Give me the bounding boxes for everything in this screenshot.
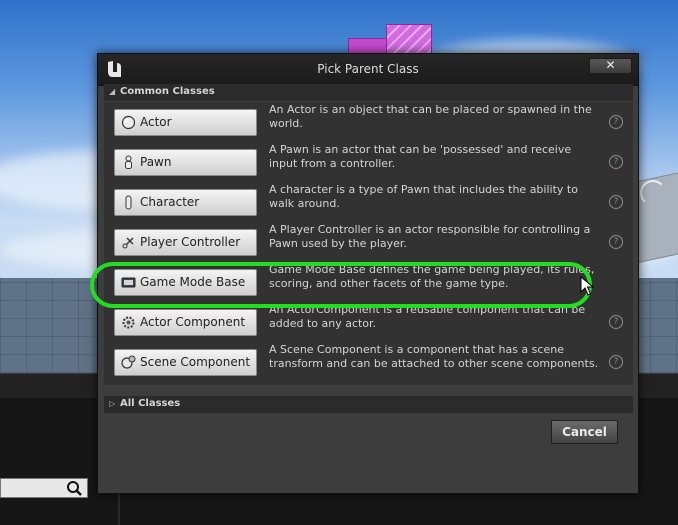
class-row-actor: Actor An Actor is an object that can be … (104, 102, 633, 142)
class-description: A character is a type of Pawn that inclu… (269, 183, 578, 210)
class-row-pawn: Pawn A Pawn is an actor that can be 'pos… (104, 142, 633, 182)
class-description: A Pawn is an actor that can be 'possesse… (269, 143, 572, 170)
help-icon[interactable]: ? (609, 155, 623, 169)
help-icon[interactable]: ? (609, 115, 623, 129)
common-classes-list: Actor An Actor is an object that can be … (104, 102, 633, 385)
class-description: A Player Controller is an actor responsi… (269, 223, 591, 250)
pawn-button[interactable]: Pawn (114, 149, 257, 176)
class-row-player-controller: Player Controller A Player Controller is… (104, 222, 633, 262)
help-icon[interactable]: ? (609, 235, 623, 249)
search-icon[interactable] (66, 480, 82, 496)
scene-component-button[interactable]: Scene Component (114, 349, 257, 376)
close-button[interactable]: ✕ (589, 58, 632, 74)
player-controller-button[interactable]: Player Controller (114, 229, 257, 256)
class-label: Character (140, 195, 200, 209)
scene-component-icon (121, 355, 136, 369)
help-icon[interactable]: ? (609, 195, 623, 209)
cancel-button[interactable]: Cancel (551, 420, 618, 444)
help-icon[interactable]: ? (609, 315, 623, 329)
highlight-annotation (90, 262, 592, 308)
section-label: Common Classes (120, 86, 215, 97)
character-button[interactable]: Character (114, 189, 257, 216)
class-label: Actor (140, 115, 172, 129)
class-label: Actor Component (140, 315, 246, 329)
class-row-character: Character A character is a type of Pawn … (104, 182, 633, 222)
mouse-cursor-icon (580, 276, 594, 296)
class-row-actor-component: Actor Component An ActorComponent is a r… (104, 302, 633, 342)
expand-arrow-icon: ◢ (109, 87, 116, 96)
section-all-classes[interactable]: ▷ All Classes (104, 396, 633, 413)
class-label: Pawn (140, 155, 172, 169)
class-label: Player Controller (140, 235, 241, 249)
class-row-scene-component: Scene Component A Scene Component is a c… (104, 342, 633, 382)
actor-component-icon (122, 316, 135, 329)
actor-sphere-icon (121, 115, 136, 130)
dialog-titlebar[interactable]: Pick Parent Class ✕ (98, 54, 638, 86)
controller-icon (122, 237, 134, 249)
section-common-classes[interactable]: ◢ Common Classes (104, 84, 633, 101)
class-description: A Scene Component is a component that ha… (269, 343, 599, 370)
class-description: An Actor is an object that can be placed… (269, 103, 592, 130)
pawn-figure-icon (125, 155, 132, 169)
rotation-gizmo-icon[interactable] (640, 180, 666, 206)
help-icon[interactable]: ? (609, 355, 623, 369)
section-label: All Classes (120, 398, 181, 409)
collapse-arrow-icon: ▷ (109, 399, 116, 408)
actor-component-button[interactable]: Actor Component (114, 309, 257, 336)
actor-button[interactable]: Actor (114, 109, 257, 136)
character-capsule-icon (125, 195, 132, 210)
class-label: Scene Component (140, 355, 251, 369)
dialog-title: Pick Parent Class (317, 62, 419, 76)
